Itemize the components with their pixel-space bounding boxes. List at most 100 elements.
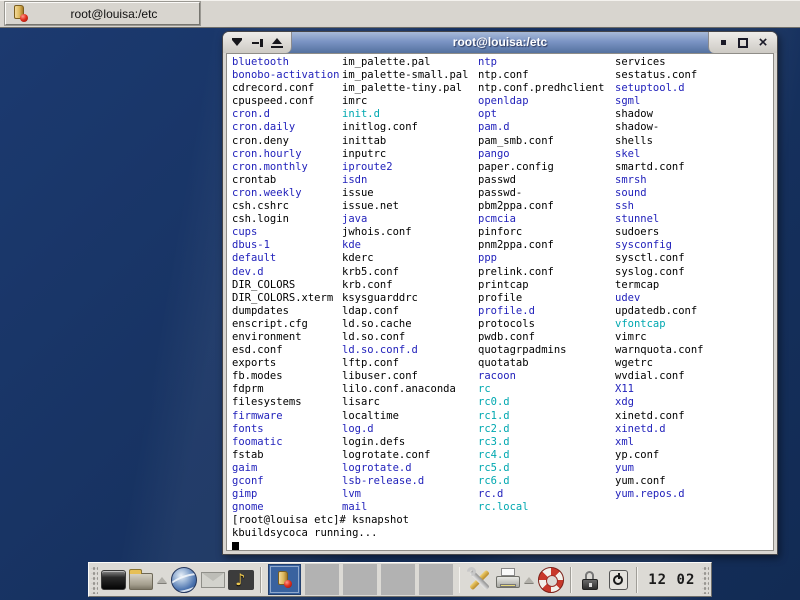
maximize-icon[interactable] xyxy=(736,36,750,50)
terminal-cursor xyxy=(232,542,239,551)
file-entry: ldap.conf xyxy=(342,305,478,318)
file-entry: issue xyxy=(342,187,478,200)
file-manager-icon[interactable] xyxy=(129,565,154,595)
empty-task-slot[interactable] xyxy=(419,564,453,595)
pin-icon[interactable] xyxy=(250,36,264,50)
shade-icon[interactable] xyxy=(270,36,284,50)
web-browser-icon[interactable] xyxy=(171,565,197,595)
file-entry: services xyxy=(615,56,773,69)
file-entry: sysconfig xyxy=(615,239,773,252)
file-entry: passwd- xyxy=(478,187,615,200)
konsole-window: root@louisa:/etc × bluetoothbonobo-activ… xyxy=(222,31,778,555)
file-entry: rc1.d xyxy=(478,410,615,423)
system-tools-icon[interactable] xyxy=(466,565,492,595)
file-entry: im_palette.pal xyxy=(342,56,478,69)
panel-separator xyxy=(636,567,638,593)
file-entry: pam.d xyxy=(478,121,615,134)
file-entry: DIR_COLORS xyxy=(232,279,342,292)
file-entry: profile.d xyxy=(478,305,615,318)
empty-task-slot[interactable] xyxy=(343,564,377,595)
file-entry: cpuspeed.conf xyxy=(232,95,342,108)
file-entry: yum.repos.d xyxy=(615,488,773,501)
file-entry: logrotate.conf xyxy=(342,449,478,462)
file-entry: lisarc xyxy=(342,396,478,409)
desktop: root@louisa:/etc root@louisa:/etc × blue… xyxy=(0,0,800,600)
file-entry: smartd.conf xyxy=(615,161,773,174)
file-entry: cups xyxy=(232,226,342,239)
terminal-launcher-icon[interactable] xyxy=(101,565,126,595)
file-entry: lvm xyxy=(342,488,478,501)
file-entry: openldap xyxy=(478,95,615,108)
file-entry: firmware xyxy=(232,410,342,423)
empty-task-slot[interactable] xyxy=(381,564,415,595)
file-entry: csh.login xyxy=(232,213,342,226)
lock-screen-icon[interactable] xyxy=(578,565,603,595)
file-entry: shadow- xyxy=(615,121,773,134)
panel-arrow-icon[interactable] xyxy=(524,577,534,583)
logout-icon[interactable] xyxy=(606,565,631,595)
file-entry: racoon xyxy=(478,370,615,383)
file-entry: cron.monthly xyxy=(232,161,342,174)
file-entry: kde xyxy=(342,239,478,252)
file-entry: paper.config xyxy=(478,161,615,174)
file-entry: crontab xyxy=(232,174,342,187)
file-entry: krb.conf xyxy=(342,279,478,292)
konsole-icon xyxy=(12,5,29,22)
file-entry: pinforc xyxy=(478,226,615,239)
file-entry: wgetrc xyxy=(615,357,773,370)
taskbar-window-button[interactable]: root@louisa:/etc xyxy=(5,2,200,25)
file-entry: quotatab xyxy=(478,357,615,370)
file-entry: dbus-1 xyxy=(232,239,342,252)
konsole-task-active[interactable] xyxy=(268,564,301,595)
file-entry: vimrc xyxy=(615,331,773,344)
file-entry: sgml xyxy=(615,95,773,108)
titlebar-right-buttons: × xyxy=(708,32,777,53)
file-column-2: im_palette.palim_palette-small.palim_pal… xyxy=(342,56,478,514)
file-entry: cron.weekly xyxy=(232,187,342,200)
digital-clock[interactable]: 12 02 xyxy=(644,572,699,588)
file-entry: rc.local xyxy=(478,501,615,514)
panel-grip[interactable] xyxy=(91,565,98,594)
file-entry: cron.hourly xyxy=(232,148,342,161)
file-entry: termcap xyxy=(615,279,773,292)
file-entry: ntp.conf xyxy=(478,69,615,82)
close-icon[interactable]: × xyxy=(756,36,770,50)
email-icon[interactable] xyxy=(200,565,225,595)
panel-grip[interactable] xyxy=(702,565,709,594)
taskbar-window-label: root@louisa:/etc xyxy=(29,7,199,21)
terminal-output[interactable]: bluetoothbonobo-activationcdrecord.confc… xyxy=(226,53,774,551)
multimedia-icon[interactable]: ♪ xyxy=(228,565,254,595)
file-entry: mail xyxy=(342,501,478,514)
file-entry: shells xyxy=(615,135,773,148)
file-entry: dev.d xyxy=(232,266,342,279)
file-entry: pbm2ppa.conf xyxy=(478,200,615,213)
file-entry: libuser.conf xyxy=(342,370,478,383)
file-entry: cron.d xyxy=(232,108,342,121)
file-entry: ntp xyxy=(478,56,615,69)
minimize-icon[interactable] xyxy=(716,36,730,50)
file-entry: xinetd.conf xyxy=(615,410,773,423)
window-titlebar[interactable]: root@louisa:/etc × xyxy=(223,32,777,53)
bottom-panel: ♪ 12 02 xyxy=(88,562,712,597)
file-entry: kderc xyxy=(342,252,478,265)
file-entry: iproute2 xyxy=(342,161,478,174)
file-entry: fdprm xyxy=(232,383,342,396)
top-taskbar-panel: root@louisa:/etc xyxy=(0,0,800,28)
printer-icon[interactable] xyxy=(495,565,520,595)
shell-status-line: kbuildsycoca running... xyxy=(232,527,773,540)
file-column-4: servicessestatus.confsetuptool.dsgmlshad… xyxy=(615,56,773,514)
file-entry: smrsh xyxy=(615,174,773,187)
file-entry: yp.conf xyxy=(615,449,773,462)
window-menu-icon[interactable] xyxy=(230,36,244,50)
file-entry: login.defs xyxy=(342,436,478,449)
panel-arrow-icon[interactable] xyxy=(157,577,167,583)
file-entry: filesystems xyxy=(232,396,342,409)
file-entry: dumpdates xyxy=(232,305,342,318)
file-entry: im_palette-tiny.pal xyxy=(342,82,478,95)
help-icon[interactable] xyxy=(538,565,564,595)
file-entry: pango xyxy=(478,148,615,161)
file-entry: rc3.d xyxy=(478,436,615,449)
file-entry: wvdial.conf xyxy=(615,370,773,383)
empty-task-slot[interactable] xyxy=(305,564,339,595)
file-entry: enscript.cfg xyxy=(232,318,342,331)
